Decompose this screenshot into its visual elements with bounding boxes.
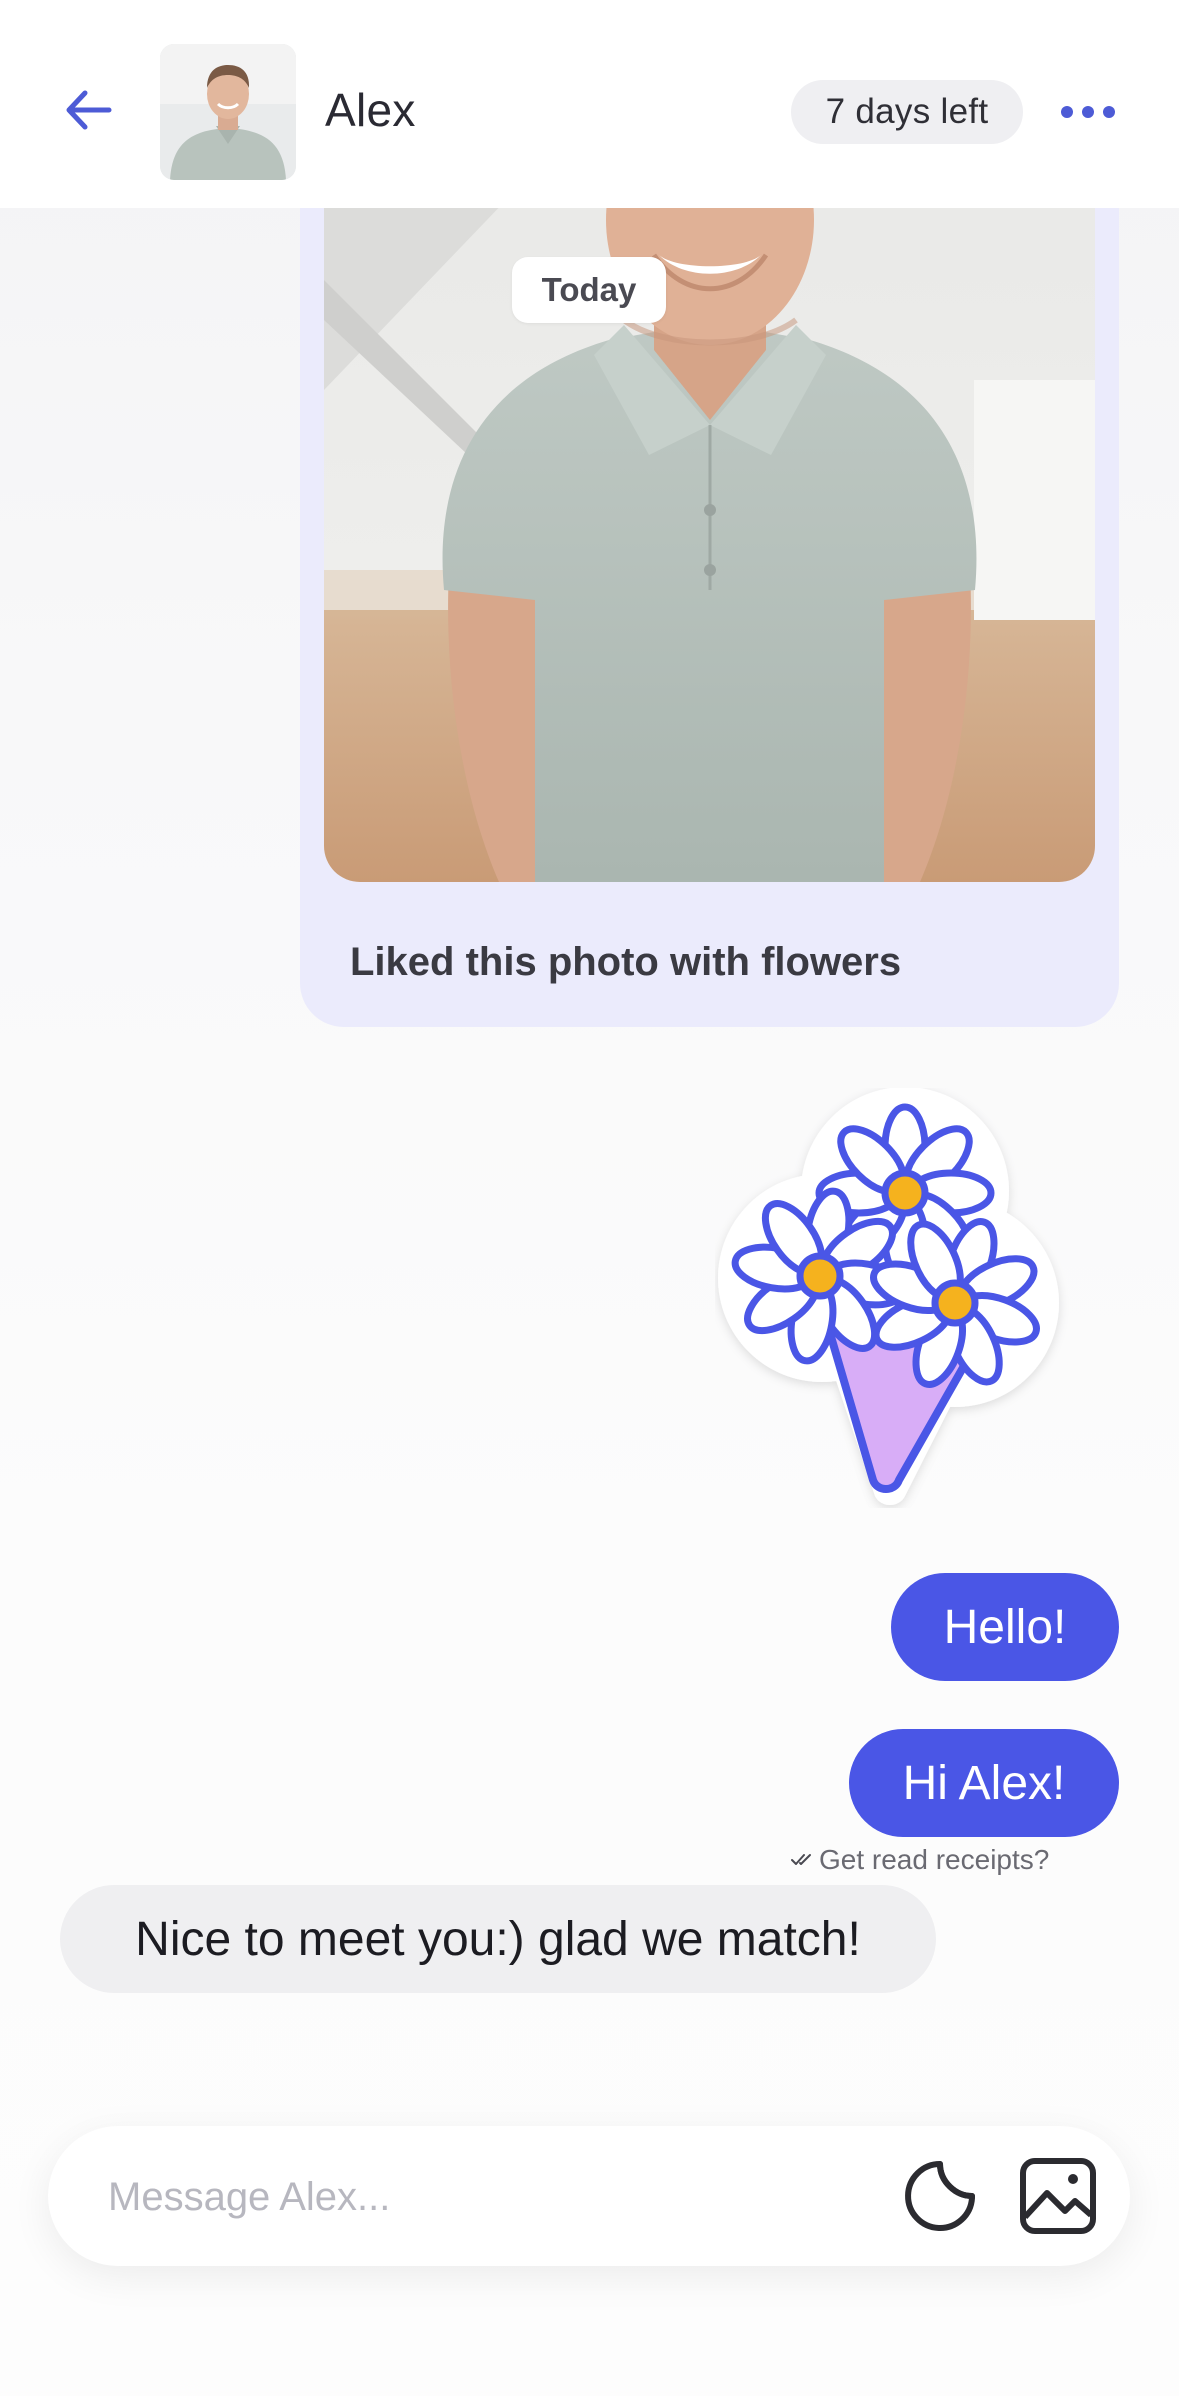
contact-name[interactable]: Alex — [325, 83, 416, 137]
sticker-button[interactable] — [900, 2156, 980, 2236]
image-icon — [1020, 2158, 1096, 2234]
image-attach-button[interactable] — [1016, 2154, 1100, 2238]
message-bubble-incoming[interactable]: Nice to meet you:) glad we match! — [60, 1885, 936, 1993]
avatar-photo — [160, 44, 296, 180]
message-bubble-outgoing[interactable]: Hi Alex! — [849, 1729, 1119, 1837]
double-check-icon — [791, 1854, 811, 1865]
days-left-badge: 7 days left — [791, 80, 1023, 144]
arrow-left-icon — [66, 90, 112, 130]
message-input[interactable] — [106, 2156, 890, 2238]
more-dots-icon — [1061, 106, 1073, 118]
more-options-button[interactable] — [1052, 86, 1124, 138]
date-divider: Today — [512, 257, 666, 323]
read-receipts-label[interactable]: Get read receipts? — [819, 1844, 1049, 1876]
sticker-icon — [905, 2161, 975, 2231]
back-button[interactable] — [52, 74, 124, 146]
read-receipts-link[interactable]: Get read receipts? — [791, 1844, 1049, 1876]
avatar[interactable] — [160, 44, 296, 180]
profile-photo — [324, 150, 1095, 882]
liked-photo-caption: Liked this photo with flowers — [350, 940, 902, 984]
liked-photo-card[interactable]: Liked this photo with flowers — [300, 150, 1119, 1027]
more-dot — [1103, 106, 1115, 118]
flower-bouquet-sticker[interactable] — [715, 1088, 1075, 1508]
more-dot — [1082, 106, 1094, 118]
message-composer — [48, 2126, 1130, 2266]
liked-photo[interactable] — [324, 150, 1095, 882]
message-bubble-outgoing[interactable]: Hello! — [891, 1573, 1119, 1681]
chat-header: Alex 7 days left — [0, 0, 1179, 208]
